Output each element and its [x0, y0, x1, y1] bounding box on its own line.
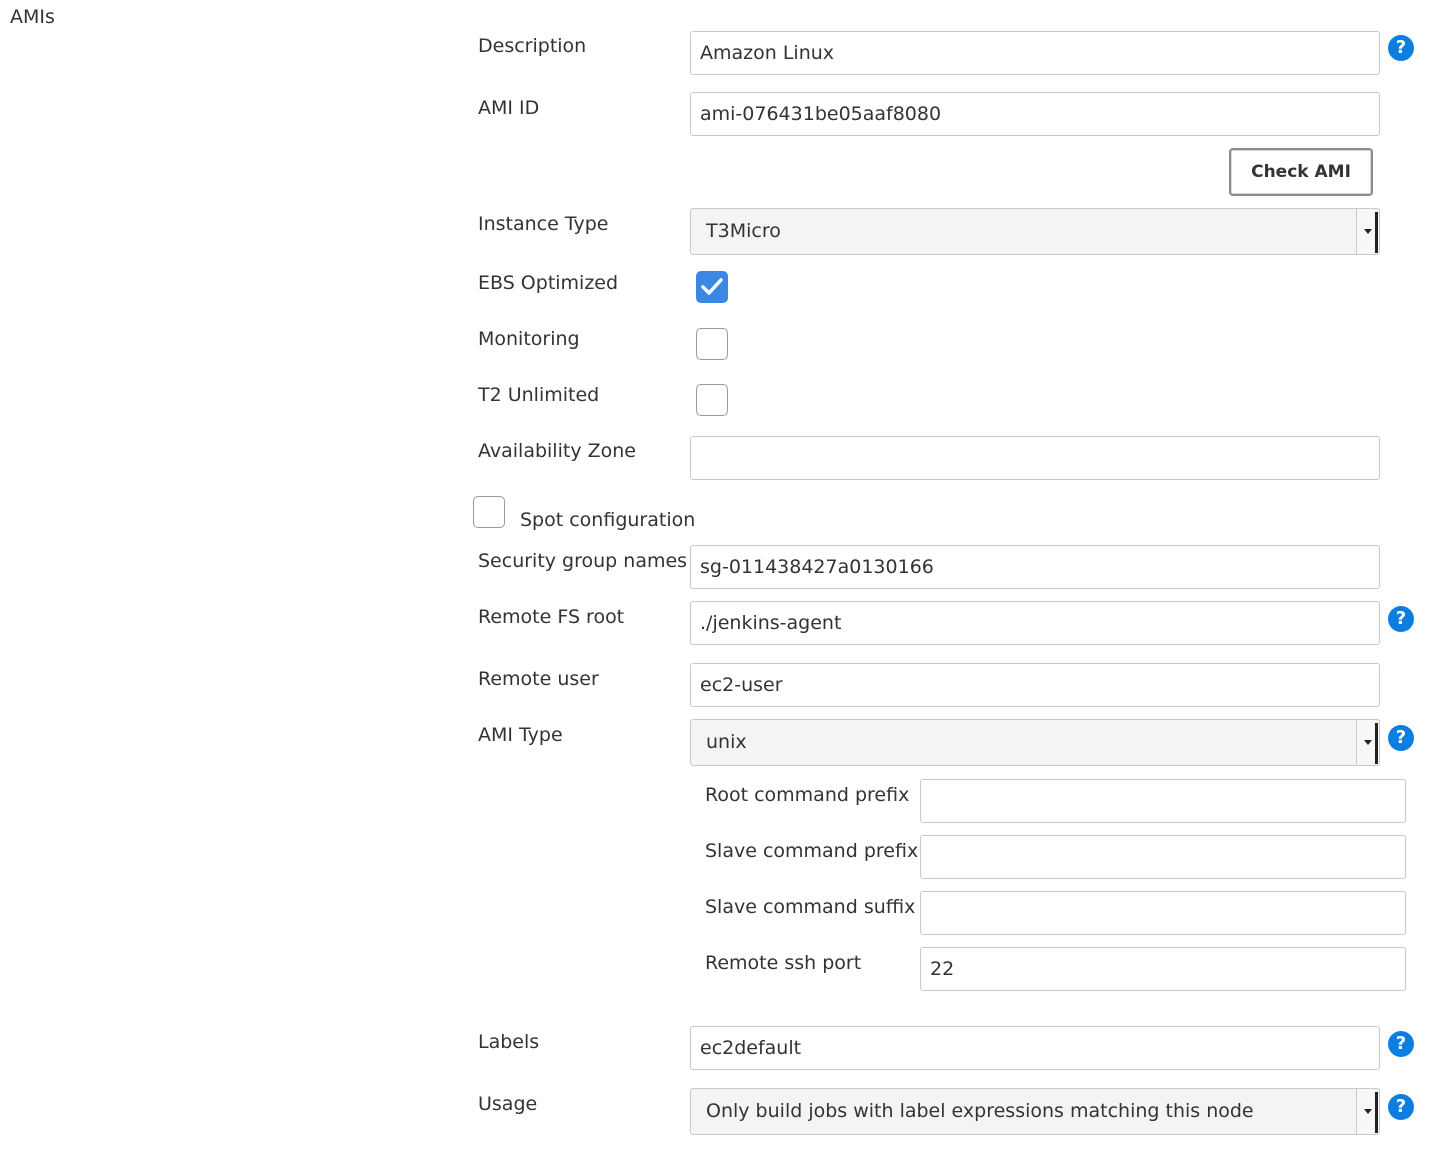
monitoring-label: Monitoring: [478, 328, 580, 350]
remote-fs-root-help-icon[interactable]: ?: [1388, 606, 1414, 632]
ami-type-select[interactable]: unix: [690, 719, 1380, 766]
description-label: Description: [478, 35, 587, 57]
remote-fs-root-input[interactable]: [690, 601, 1380, 645]
labels-help-icon[interactable]: ?: [1388, 1031, 1414, 1057]
chevron-down-icon: [1356, 720, 1379, 765]
ebs-optimized-checkbox[interactable]: [696, 271, 728, 303]
description-help-icon[interactable]: ?: [1388, 35, 1414, 61]
slave-command-suffix-label: Slave command suffix: [705, 896, 916, 918]
availability-zone-input[interactable]: [690, 436, 1380, 480]
remote-ssh-port-label: Remote ssh port: [705, 952, 862, 974]
slave-command-prefix-label: Slave command prefix: [705, 840, 919, 862]
description-input[interactable]: [690, 31, 1380, 75]
security-group-names-label: Security group names: [478, 550, 688, 572]
checkmark-icon: [701, 278, 723, 295]
availability-zone-label: Availability Zone: [478, 440, 636, 462]
remote-user-label: Remote user: [478, 668, 599, 690]
usage-selected: Only build jobs with label expressions m…: [706, 1100, 1254, 1122]
ami-type-selected: unix: [706, 731, 747, 753]
chevron-down-icon: [1356, 209, 1379, 254]
usage-help-icon[interactable]: ?: [1388, 1094, 1414, 1120]
usage-label: Usage: [478, 1093, 538, 1115]
spot-configuration-checkbox[interactable]: [473, 496, 505, 528]
remote-ssh-port-input[interactable]: [920, 947, 1406, 991]
check-ami-button[interactable]: Check AMI: [1229, 148, 1373, 196]
slave-command-suffix-input[interactable]: [920, 891, 1406, 935]
ami-id-label: AMI ID: [478, 97, 540, 119]
slave-command-prefix-input[interactable]: [920, 835, 1406, 879]
remote-fs-root-label: Remote FS root: [478, 606, 625, 628]
labels-label: Labels: [478, 1031, 540, 1053]
section-title-amis: AMIs: [10, 6, 55, 28]
ami-type-label: AMI Type: [478, 724, 563, 746]
ami-id-input[interactable]: [690, 92, 1380, 136]
ebs-optimized-label: EBS Optimized: [478, 272, 619, 294]
spot-configuration-label: Spot configuration: [520, 509, 696, 531]
t2-unlimited-checkbox[interactable]: [696, 384, 728, 416]
chevron-down-icon: [1356, 1089, 1379, 1134]
security-group-names-input[interactable]: [690, 545, 1380, 589]
labels-input[interactable]: [690, 1026, 1380, 1070]
root-command-prefix-input[interactable]: [920, 779, 1406, 823]
instance-type-selected: T3Micro: [706, 220, 781, 242]
remote-user-input[interactable]: [690, 663, 1380, 707]
usage-select[interactable]: Only build jobs with label expressions m…: [690, 1088, 1380, 1135]
monitoring-checkbox[interactable]: [696, 328, 728, 360]
t2-unlimited-label: T2 Unlimited: [478, 384, 600, 406]
root-command-prefix-label: Root command prefix: [705, 784, 910, 806]
instance-type-select[interactable]: T3Micro: [690, 208, 1380, 255]
instance-type-label: Instance Type: [478, 213, 609, 235]
ami-type-help-icon[interactable]: ?: [1388, 725, 1414, 751]
